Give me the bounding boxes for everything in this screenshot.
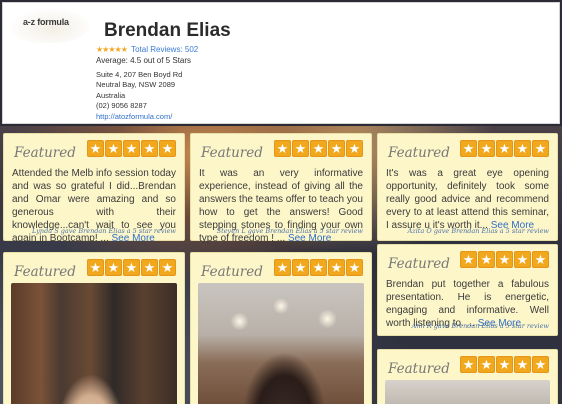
review-card[interactable]: Featured ★ ★ ★ ★ ★ It's was a great eye …	[377, 133, 558, 241]
company-logo[interactable]: a-z formula	[7, 7, 89, 43]
business-address: Suite 4, 207 Ben Boyd Rd Neutral Bay, NS…	[96, 70, 182, 122]
star-icon: ★	[346, 259, 363, 276]
review-card[interactable]: Featured ★ ★ ★ ★ ★ Brendan put together …	[377, 244, 558, 336]
review-attribution: Ann R gave Brendan Elias a 5 star review	[411, 322, 549, 330]
featured-label: Featured	[14, 264, 76, 280]
rating-stars: ★ ★ ★ ★ ★	[460, 140, 549, 157]
star-icon: ★	[514, 356, 531, 373]
star-icon: ★	[514, 251, 531, 268]
address-line: Neutral Bay, NSW 2089	[96, 80, 176, 90]
featured-label: Featured	[201, 264, 263, 280]
featured-label: Featured	[14, 145, 76, 161]
star-icon: ★	[328, 140, 345, 157]
review-text: It's was a great eye opening opportunity…	[386, 167, 549, 232]
star-icon: ★	[105, 140, 122, 157]
rating-stars-icon: ★★★★★	[96, 45, 128, 54]
star-icon: ★	[532, 356, 549, 373]
star-icon: ★	[87, 259, 104, 276]
star-icon: ★	[87, 140, 104, 157]
phone-number: (02) 9056 8287	[96, 101, 147, 111]
review-card-photo[interactable]: Featured ★ ★ ★ ★ ★	[190, 252, 372, 404]
star-icon: ★	[328, 259, 345, 276]
rating-stars: ★ ★ ★ ★ ★	[87, 140, 176, 157]
rating-stars: ★ ★ ★ ★ ★	[460, 356, 549, 373]
star-icon: ★	[141, 140, 158, 157]
featured-label: Featured	[388, 256, 450, 272]
star-icon: ★	[310, 140, 327, 157]
star-icon: ★	[159, 140, 176, 157]
business-name: Brendan Elias	[104, 20, 231, 41]
star-icon: ★	[496, 356, 513, 373]
card-header: Featured ★ ★ ★ ★ ★	[4, 253, 184, 283]
card-header: Featured ★ ★ ★ ★ ★	[4, 134, 184, 164]
star-icon: ★	[105, 259, 122, 276]
review-card-photo[interactable]: Featured ★ ★ ★ ★ ★	[377, 349, 558, 404]
business-header: a-z formula Brendan Elias ★★★★★ Total Re…	[2, 2, 560, 124]
star-icon: ★	[292, 259, 309, 276]
star-icon: ★	[123, 259, 140, 276]
rating-stars: ★ ★ ★ ★ ★	[87, 259, 176, 276]
review-photo[interactable]	[198, 283, 364, 404]
review-attribution: Lynda S gave Brendan Elias a 5 star revi…	[32, 227, 176, 235]
star-icon: ★	[159, 259, 176, 276]
rating-stars: ★ ★ ★ ★ ★	[274, 140, 363, 157]
address-line: Australia	[96, 90, 126, 100]
average-rating: Average: 4.5 out of 5 Stars	[96, 56, 192, 65]
card-header: Featured ★ ★ ★ ★ ★	[191, 253, 371, 283]
star-icon: ★	[292, 140, 309, 157]
featured-label: Featured	[201, 145, 263, 161]
review-photo[interactable]	[11, 283, 177, 404]
star-icon: ★	[496, 251, 513, 268]
star-icon: ★	[514, 140, 531, 157]
rating-stars: ★ ★ ★ ★ ★	[274, 259, 363, 276]
card-header: Featured ★ ★ ★ ★ ★	[191, 134, 371, 164]
star-icon: ★	[478, 140, 495, 157]
featured-label: Featured	[388, 145, 450, 161]
star-icon: ★	[460, 251, 477, 268]
review-card-photo[interactable]: Featured ★ ★ ★ ★ ★	[3, 252, 185, 404]
rating-summary: ★★★★★ Total Reviews: 502	[96, 45, 198, 55]
rating-stars: ★ ★ ★ ★ ★	[460, 251, 549, 268]
card-header: Featured ★ ★ ★ ★ ★	[378, 350, 557, 380]
website-link[interactable]: http://atozformula.com/	[96, 112, 172, 121]
star-icon: ★	[496, 140, 513, 157]
review-card[interactable]: Featured ★ ★ ★ ★ ★ It was an very inform…	[190, 133, 372, 244]
star-icon: ★	[346, 140, 363, 157]
card-header: Featured ★ ★ ★ ★ ★	[378, 245, 557, 275]
star-icon: ★	[274, 259, 291, 276]
star-icon: ★	[460, 140, 477, 157]
star-icon: ★	[478, 251, 495, 268]
review-photo[interactable]	[385, 380, 550, 404]
address-line: Suite 4, 207 Ben Boyd Rd	[96, 70, 183, 79]
review-attribution: Steven L gave Brendan Elias a 5 star rev…	[216, 227, 363, 235]
card-header: Featured ★ ★ ★ ★ ★	[378, 134, 557, 164]
star-icon: ★	[310, 259, 327, 276]
star-icon: ★	[123, 140, 140, 157]
star-icon: ★	[460, 356, 477, 373]
star-icon: ★	[532, 251, 549, 268]
star-icon: ★	[478, 356, 495, 373]
star-icon: ★	[532, 140, 549, 157]
logo-text: a-z formula	[23, 17, 69, 27]
review-card[interactable]: Featured ★ ★ ★ ★ ★ Attended the Melb inf…	[3, 133, 185, 244]
star-icon: ★	[274, 140, 291, 157]
review-attribution: Azita O gave Brendan Elias a 5 star revi…	[407, 227, 549, 235]
star-icon: ★	[141, 259, 158, 276]
featured-label: Featured	[388, 361, 450, 377]
total-reviews-link[interactable]: Total Reviews: 502	[131, 45, 198, 54]
